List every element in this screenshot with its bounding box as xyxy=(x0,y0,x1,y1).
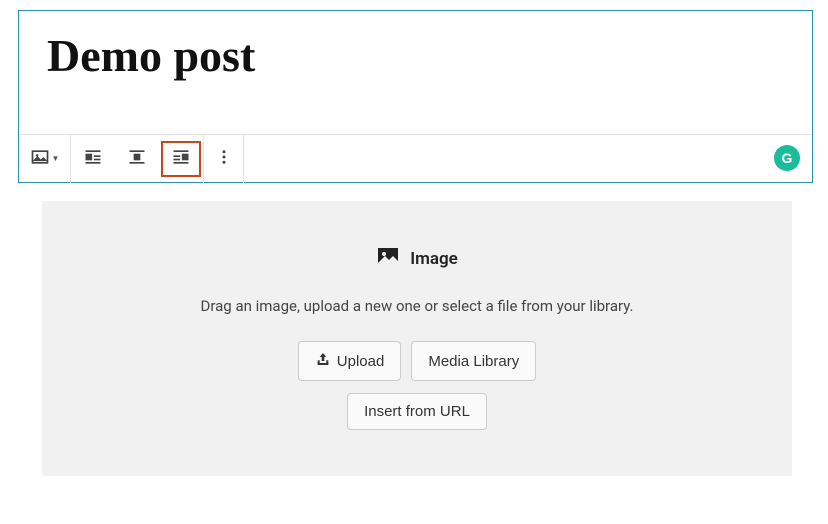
align-left-icon xyxy=(83,147,103,170)
placeholder-button-row: Upload Media Library xyxy=(62,341,772,381)
more-vertical-icon xyxy=(215,148,233,170)
block-toolbar: ▼ G xyxy=(19,134,812,182)
upload-label: Upload xyxy=(337,353,385,370)
align-left-button[interactable] xyxy=(73,141,113,177)
grammarly-icon: G xyxy=(782,150,793,166)
placeholder-instructions: Drag an image, upload a new one or selec… xyxy=(62,297,772,315)
placeholder-heading: Image xyxy=(62,245,772,273)
align-right-icon xyxy=(171,147,191,170)
placeholder-button-row-2: Insert from URL xyxy=(62,393,772,430)
media-library-button[interactable]: Media Library xyxy=(411,341,536,381)
image-icon xyxy=(30,147,50,171)
upload-icon xyxy=(315,351,331,371)
insert-from-url-button[interactable]: Insert from URL xyxy=(347,393,487,430)
title-area: Demo post xyxy=(19,11,812,134)
align-center-icon xyxy=(127,147,147,170)
placeholder-title: Image xyxy=(410,249,458,269)
editor-canvas: Demo post ▼ xyxy=(18,10,813,183)
block-type-switcher[interactable]: ▼ xyxy=(19,135,71,183)
upload-button[interactable]: Upload xyxy=(298,341,402,381)
alignment-group xyxy=(71,135,204,183)
more-options-button[interactable] xyxy=(204,135,244,183)
image-block-placeholder[interactable]: Image Drag an image, upload a new one or… xyxy=(42,201,792,476)
image-icon xyxy=(376,245,400,273)
grammarly-badge[interactable]: G xyxy=(774,145,800,171)
insert-url-label: Insert from URL xyxy=(364,403,470,420)
align-right-button[interactable] xyxy=(161,141,201,177)
post-title-input[interactable]: Demo post xyxy=(47,29,784,82)
media-library-label: Media Library xyxy=(428,353,519,370)
chevron-down-icon: ▼ xyxy=(52,154,60,163)
align-center-button[interactable] xyxy=(117,141,157,177)
